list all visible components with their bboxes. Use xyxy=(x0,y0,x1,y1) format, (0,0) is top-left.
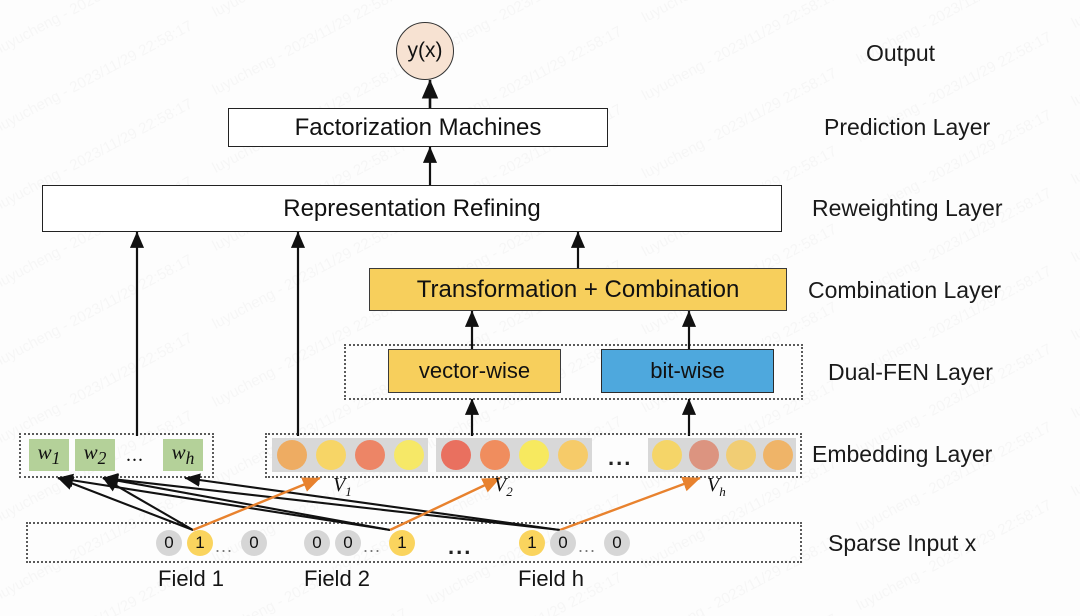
sparse-bit-active[interactable]: 1 xyxy=(519,530,545,556)
embedding-dot xyxy=(315,440,346,470)
output-node-label: y(x) xyxy=(407,39,443,62)
embedding-group-2-label: V2 xyxy=(494,474,513,499)
reweighting-layer-box[interactable]: Representation Refining xyxy=(42,185,782,232)
sparse-bit[interactable]: 0 xyxy=(241,530,267,556)
layer-label-reweighting: Reweighting Layer xyxy=(812,195,1003,221)
embedding-dot xyxy=(518,440,549,470)
sparse-bit[interactable]: 0 xyxy=(335,530,361,556)
layer-label-combination: Combination Layer xyxy=(808,277,1002,303)
weight-box-1[interactable]: w1 xyxy=(29,439,69,471)
embedding-dot xyxy=(440,440,471,470)
sparse-bit-active[interactable]: 1 xyxy=(389,530,415,556)
embedding-groups-ellipsis: ... xyxy=(608,445,633,470)
embedding-dot xyxy=(276,440,307,470)
embedding-dot xyxy=(479,440,510,470)
layer-label-dual-fen: Dual-FEN Layer xyxy=(828,359,993,385)
embedding-group-1-label: V1 xyxy=(333,474,352,499)
embedding-dot xyxy=(688,440,719,470)
sparse-fields-ellipsis: ... xyxy=(448,534,473,559)
sparse-bit[interactable]: 0 xyxy=(156,530,182,556)
field-label-h: Field h xyxy=(518,566,585,591)
sparse-bit[interactable]: 0 xyxy=(550,530,576,556)
diagram-canvas: luyucheng - 2023/11/29 22:58:17 luyuchen… xyxy=(0,0,1080,616)
prediction-layer-box[interactable]: Factorization Machines xyxy=(228,108,608,147)
prediction-layer-label: Factorization Machines xyxy=(294,113,542,141)
layer-label-embedding: Embedding Layer xyxy=(812,441,993,467)
weight-label-h: wh xyxy=(171,440,195,469)
fen-bit-wise-box[interactable]: bit-wise xyxy=(601,349,774,393)
field-label-1: Field 1 xyxy=(158,566,225,591)
sparse-bit[interactable]: 0 xyxy=(304,530,330,556)
embedding-group-h-label: Vh xyxy=(707,474,726,499)
sparse-bit-ellipsis: ... xyxy=(578,536,597,556)
combination-layer-label: Transformation + Combination xyxy=(416,275,740,303)
embedding-dot xyxy=(557,440,588,470)
sparse-bit-ellipsis: ... xyxy=(363,536,382,556)
layer-label-prediction: Prediction Layer xyxy=(824,114,991,140)
embedding-dot xyxy=(651,440,682,470)
embedding-dot xyxy=(762,440,793,470)
field-label-2: Field 2 xyxy=(304,566,371,591)
weight-label-1: w1 xyxy=(37,440,61,469)
sparse-bit-active[interactable]: 1 xyxy=(187,530,213,556)
embedding-dot xyxy=(354,440,385,470)
weight-box-2[interactable]: w2 xyxy=(75,439,115,471)
fen-bit-wise-label: bit-wise xyxy=(650,358,725,383)
embedding-group-h[interactable] xyxy=(648,438,796,472)
weight-label-2: w2 xyxy=(83,440,107,469)
weight-box-h[interactable]: wh xyxy=(163,439,203,471)
watermark-text: luyucheng - 2023/11/29 22:58:17 luyuchen… xyxy=(0,0,1080,483)
reweighting-layer-label: Representation Refining xyxy=(283,194,541,222)
layer-label-sparse-input: Sparse Input x xyxy=(828,530,977,556)
sparse-bit-ellipsis: ... xyxy=(215,536,234,556)
watermark-text: luyucheng - 2023/11/29 22:58:17 luyuchen… xyxy=(0,0,1080,15)
fen-vector-wise-box[interactable]: vector-wise xyxy=(388,349,561,393)
output-node[interactable]: y(x) xyxy=(396,22,454,80)
embedding-dot xyxy=(393,440,424,470)
combination-layer-box[interactable]: Transformation + Combination xyxy=(369,268,787,311)
embedding-group-2[interactable] xyxy=(436,438,592,472)
sparse-bit[interactable]: 0 xyxy=(604,530,630,556)
weights-ellipsis: ... xyxy=(126,444,144,466)
embedding-group-1[interactable] xyxy=(272,438,428,472)
fen-vector-wise-label: vector-wise xyxy=(418,358,531,383)
embedding-dot xyxy=(725,440,756,470)
layer-label-output: Output xyxy=(866,40,936,66)
